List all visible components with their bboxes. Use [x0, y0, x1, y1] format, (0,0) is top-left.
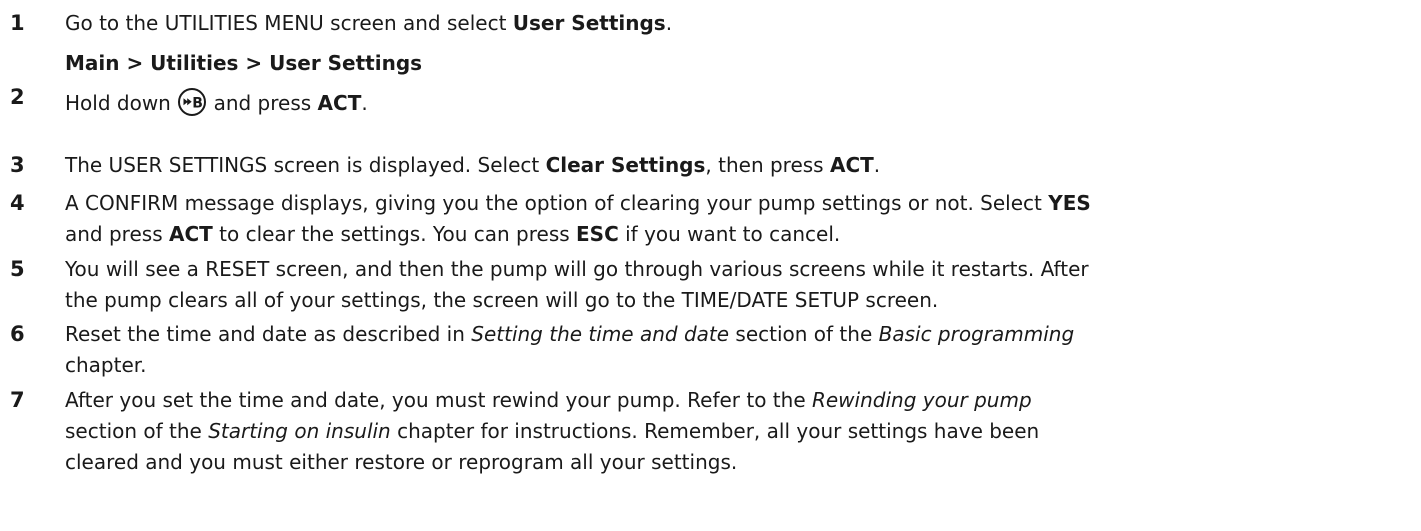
step-text: Reset the time and date as described in … — [65, 322, 1075, 377]
step-number: 5 — [10, 257, 25, 281]
step-number: 6 — [10, 322, 25, 346]
step-number: 3 — [10, 153, 25, 177]
b-button-icon: B — [178, 88, 207, 116]
step-number: 7 — [10, 388, 25, 412]
step-text: Hold down B and press ACT. — [65, 88, 1415, 117]
instruction-steps: 1 Go to the UTILITIES MENU screen and se… — [0, 0, 1421, 531]
step-text: The USER SETTINGS screen is displayed. S… — [65, 153, 881, 177]
step-number: 4 — [10, 191, 25, 215]
svg-text:B: B — [192, 95, 203, 111]
step-text: A CONFIRM message displays, giving you t… — [65, 191, 1091, 246]
step-text: You will see a RESET screen, and then th… — [65, 257, 1089, 312]
step-number: 1 — [10, 11, 25, 35]
step-number: 2 — [10, 85, 25, 109]
menu-path: Main > Utilities > User Settings — [65, 51, 423, 75]
step-text: Go to the UTILITIES MENU screen and sele… — [65, 11, 673, 35]
step-text: After you set the time and date, you mus… — [65, 388, 1040, 474]
